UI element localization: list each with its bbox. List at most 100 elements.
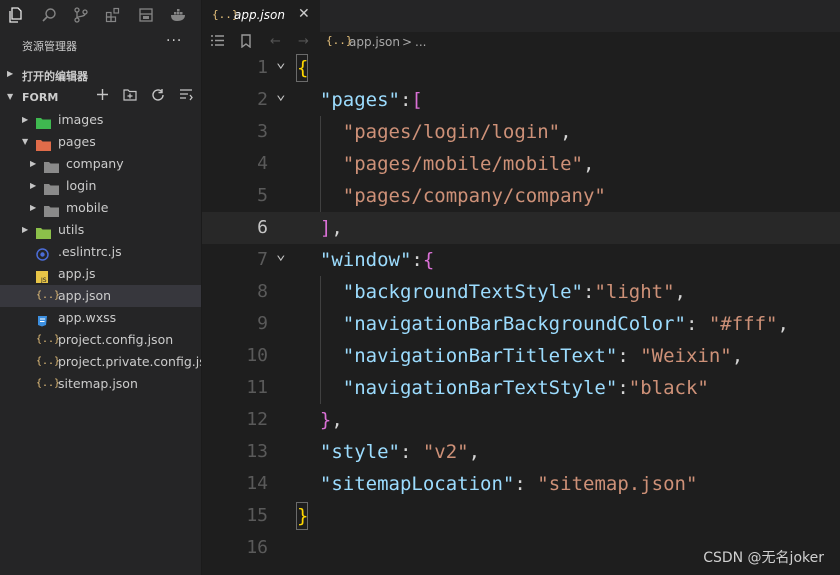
tree-item-label: images xyxy=(58,112,104,127)
chevron-right-icon: ▶ xyxy=(7,69,14,78)
code-token: "black" xyxy=(628,377,709,399)
fold-chevron-icon[interactable]: ⌄ xyxy=(276,78,286,110)
tab-app-json[interactable]: {..} app.json ✕ xyxy=(202,0,320,32)
tree-item[interactable]: JS app.js xyxy=(0,263,201,285)
bookmark-icon[interactable] xyxy=(240,34,252,52)
code-text: "pages/login/login", xyxy=(297,116,572,148)
tab-label: app.json xyxy=(234,8,285,22)
extensions-icon[interactable] xyxy=(104,7,122,25)
chevron-right-icon: ▶ xyxy=(22,225,29,234)
code-text: "backgroundTextStyle":"light", xyxy=(297,276,686,308)
line-number: 9 xyxy=(257,313,268,334)
fold-chevron-icon[interactable]: ⌄ xyxy=(276,238,286,270)
tree-item[interactable]: ▶ mobile xyxy=(0,197,201,219)
folder-label: FORM xyxy=(22,91,59,104)
tree-item[interactable]: ▶ images xyxy=(0,109,201,131)
code-token: "navigationBarBackgroundColor" xyxy=(342,313,686,335)
tree-item-label: project.config.json xyxy=(58,332,174,347)
line-number: 3 xyxy=(257,121,268,142)
line-number: 2 xyxy=(257,89,268,110)
json-file-icon: {..} xyxy=(36,356,61,367)
code-text: "style": "v2", xyxy=(297,436,480,468)
svg-text:JS: JS xyxy=(40,277,47,283)
code-text: "navigationBarBackgroundColor": "#fff", xyxy=(297,308,789,340)
tree-item[interactable]: ▶ company xyxy=(0,153,201,175)
code-line: 5 "pages/company/company" xyxy=(202,180,840,212)
code-token: } xyxy=(319,409,332,431)
chevron-right-icon: ▶ xyxy=(30,159,37,168)
line-number: 5 xyxy=(257,185,268,206)
code-token: : xyxy=(399,441,423,463)
explorer-sidebar: 资源管理器 ··· ▶ 打开的编辑器 ▼ FORM ▶ images ▼ pages ▶… xyxy=(0,0,202,575)
code-token: { xyxy=(422,249,435,271)
code-token: , xyxy=(731,345,744,367)
line-number: 11 xyxy=(246,377,268,398)
line-number: 13 xyxy=(246,441,268,462)
code-line: 6 ], xyxy=(202,212,840,244)
files-icon[interactable] xyxy=(7,7,25,25)
code-token: , xyxy=(331,409,343,431)
code-token: : xyxy=(582,281,595,303)
tree-item-label: app.json xyxy=(58,288,112,303)
refresh-icon[interactable] xyxy=(150,88,166,108)
arrow-forward-icon[interactable]: → xyxy=(298,34,309,49)
tree-item[interactable]: app.wxss xyxy=(0,307,201,329)
tree-item[interactable]: {..}project.private.config.js... xyxy=(0,351,201,373)
outline-icon[interactable] xyxy=(210,34,225,51)
fold-chevron-icon[interactable]: ⌄ xyxy=(276,46,286,78)
tree-item[interactable]: .eslintrc.js xyxy=(0,241,201,263)
tree-item-label: .eslintrc.js xyxy=(58,244,122,259)
code-line: 14 "sitemapLocation": "sitemap.json" xyxy=(202,468,840,500)
breadcrumb-more[interactable]: ... xyxy=(415,35,426,49)
code-token: : xyxy=(685,313,709,335)
more-actions-button[interactable]: ··· xyxy=(166,33,182,49)
tree-item[interactable]: ▶ login xyxy=(0,175,201,197)
tree-item-label: project.private.config.js... xyxy=(58,354,201,369)
breadcrumb-file[interactable]: app.json xyxy=(349,35,400,49)
code-editor[interactable]: 1 ⌄{2 ⌄ "pages":[3 "pages/login/login", 4 "… xyxy=(202,52,840,575)
js-file-icon: JS xyxy=(36,268,50,284)
code-text: }, xyxy=(297,404,343,436)
code-token: "pages" xyxy=(319,89,400,111)
layout-icon[interactable] xyxy=(137,7,155,25)
close-icon[interactable]: ✕ xyxy=(298,6,310,22)
tree-item[interactable]: {..} app.json xyxy=(0,285,201,307)
line-number: 7 xyxy=(257,249,268,270)
search-icon[interactable] xyxy=(40,7,58,25)
code-token: : xyxy=(411,249,423,271)
tree-item[interactable]: {..} project.config.json xyxy=(0,329,201,351)
new-folder-icon[interactable] xyxy=(122,88,138,108)
tree-item-label: pages xyxy=(58,134,96,149)
code-line: 12 }, xyxy=(202,404,840,436)
code-token: , xyxy=(331,217,343,239)
code-token: "pages/company/company" xyxy=(342,185,606,207)
collapse-all-icon[interactable] xyxy=(178,88,194,108)
code-token: , xyxy=(674,281,686,303)
source-control-icon[interactable] xyxy=(72,7,90,25)
tab-bar: {..} app.json ✕ xyxy=(202,0,840,32)
tree-item[interactable]: ▼ pages xyxy=(0,131,201,153)
tree-item[interactable]: {..} sitemap.json xyxy=(0,373,201,395)
open-editors-section[interactable]: ▶ 打开的编辑器 xyxy=(0,65,201,85)
code-text: ], xyxy=(297,212,343,244)
docker-icon[interactable] xyxy=(170,7,188,25)
line-number: 12 xyxy=(246,409,268,430)
folder-section[interactable]: ▼ FORM xyxy=(0,88,201,108)
tree-item-label: sitemap.json xyxy=(58,376,138,391)
folder-icon xyxy=(44,180,59,195)
tree-item[interactable]: ▶ utils xyxy=(0,219,201,241)
folder-icon xyxy=(36,136,51,151)
line-number: 6 xyxy=(257,217,268,238)
line-number: 8 xyxy=(257,281,268,302)
editor-area: {..} app.json ✕ ← → {..} app.json > ... … xyxy=(202,0,840,575)
new-file-icon[interactable] xyxy=(94,88,110,108)
code-token: "navigationBarTextStyle" xyxy=(342,377,618,399)
breadcrumb-separator: > xyxy=(402,35,413,49)
line-number: 15 xyxy=(246,505,268,526)
explorer-title: 资源管理器 xyxy=(22,40,77,53)
tree-item-label: mobile xyxy=(66,200,109,215)
